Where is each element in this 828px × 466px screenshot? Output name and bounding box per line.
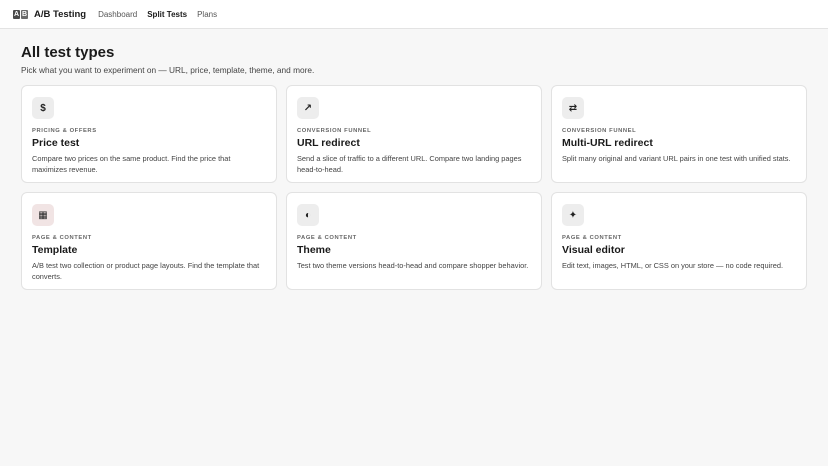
nav-plans[interactable]: Plans [197, 10, 217, 19]
top-bar: A B A/B Testing Dashboard Split Tests Pl… [0, 0, 828, 29]
page-title: All test types [21, 44, 115, 61]
swap-arrows-icon: ⇄ [562, 97, 584, 119]
card-category: PAGE & CONTENT [562, 235, 622, 241]
card-category: CONVERSION FUNNEL [562, 128, 637, 134]
main-nav: Dashboard Split Tests Plans [98, 10, 217, 19]
card-title: Multi-URL redirect [562, 137, 653, 149]
card-category: PRICING & OFFERS [32, 128, 97, 134]
card-description: Edit text, images, HTML, or CSS on your … [562, 261, 783, 270]
page-subtitle: Pick what you want to experiment on — UR… [21, 65, 315, 75]
card-description: Split many original and variant URL pair… [562, 154, 791, 163]
main-content: All test types Pick what you want to exp… [0, 29, 828, 290]
card-category: CONVERSION FUNNEL [297, 128, 372, 134]
card-description: A/B test two collection or product page … [32, 261, 260, 281]
card-url-redirect[interactable]: ↗ CONVERSION FUNNEL URL redirect Send a … [286, 85, 542, 183]
logo-letter-a: A [13, 9, 20, 19]
nav-split-tests[interactable]: Split Tests [147, 10, 187, 19]
sparkle-icon: ✦ [562, 204, 584, 226]
card-price-test[interactable]: $ PRICING & OFFERS Price test Compare tw… [21, 85, 277, 183]
card-title: URL redirect [297, 137, 360, 149]
card-description: Send a slice of traffic to a different U… [297, 154, 522, 174]
card-multi-url-redirect[interactable]: ⇄ CONVERSION FUNNEL Multi-URL redirect S… [551, 85, 807, 183]
card-category: PAGE & CONTENT [32, 235, 92, 241]
logo-letter-b: B [21, 9, 28, 19]
card-title: Template [32, 244, 78, 256]
test-type-grid: $ PRICING & OFFERS Price test Compare tw… [21, 85, 807, 290]
ab-logo-icon: A B [13, 9, 28, 19]
grid-icon: ▦ [32, 204, 54, 226]
dollar-icon: $ [32, 97, 54, 119]
half-circle-icon: ◐ [297, 204, 319, 226]
app-title: A/B Testing [34, 8, 87, 20]
card-theme[interactable]: ◐ PAGE & CONTENT Theme Test two theme ve… [286, 192, 542, 290]
card-category: PAGE & CONTENT [297, 235, 357, 241]
card-title: Theme [297, 244, 331, 256]
card-description: Compare two prices on the same product. … [32, 154, 231, 174]
card-title: Price test [32, 137, 80, 149]
card-visual-editor[interactable]: ✦ PAGE & CONTENT Visual editor Edit text… [551, 192, 807, 290]
card-template[interactable]: ▦ PAGE & CONTENT Template A/B test two c… [21, 192, 277, 290]
card-description: Test two theme versions head-to-head and… [297, 261, 529, 270]
nav-dashboard[interactable]: Dashboard [98, 10, 137, 19]
app-logo[interactable]: A B A/B Testing [13, 9, 86, 20]
arrow-up-right-icon: ↗ [297, 97, 319, 119]
card-title: Visual editor [562, 244, 625, 256]
